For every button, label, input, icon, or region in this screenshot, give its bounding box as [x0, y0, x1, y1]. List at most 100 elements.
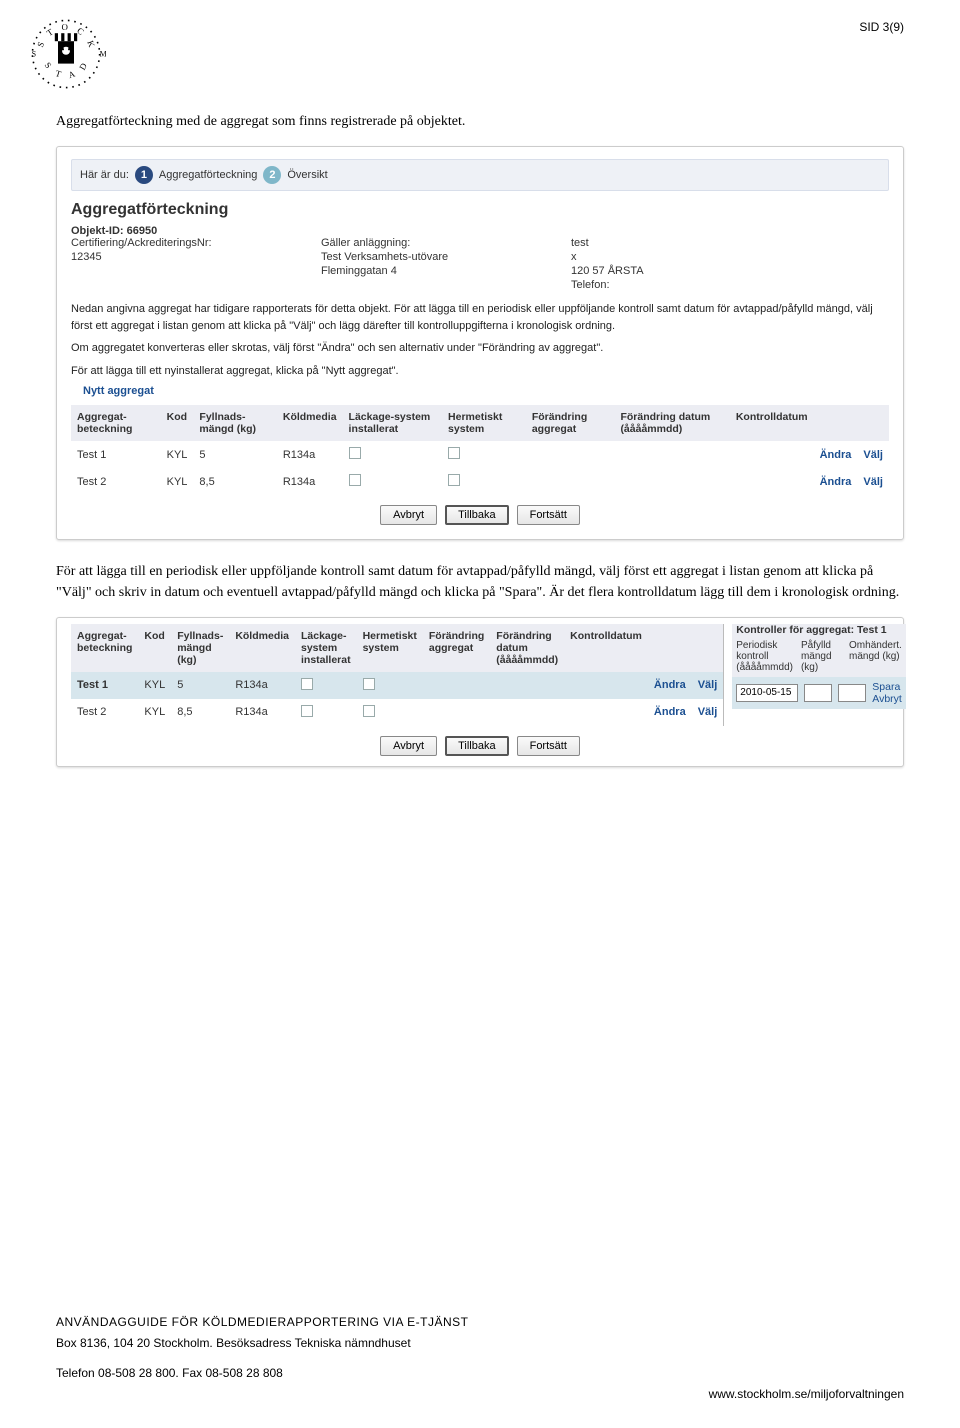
help-2: Om aggregatet konverteras eller skrotas,…: [71, 340, 889, 357]
th-lackage: Läckage-system installerat: [343, 405, 443, 441]
svg-text:M: M: [100, 49, 106, 58]
th-forandring: Förändring aggregat: [526, 405, 615, 441]
back-button[interactable]: Tillbaka: [445, 505, 509, 525]
col3-val1: test: [571, 237, 889, 249]
cancel-button[interactable]: Avbryt: [380, 736, 437, 756]
step-2-badge[interactable]: 2: [263, 166, 281, 184]
page-footer: ANVÄNDAGGUIDE FÖR KÖLDMEDIERAPPORTERING …: [56, 1312, 904, 1404]
cell-kod: KYL: [138, 699, 171, 726]
th-media: Köldmedia: [229, 624, 295, 672]
breadcrumb: Här är du: 1 Aggregatförteckning 2 Övers…: [71, 159, 889, 191]
checkbox-lackage[interactable]: [301, 705, 313, 717]
telefon: Telefon:: [571, 279, 889, 291]
cancel-link[interactable]: Avbryt: [872, 693, 902, 705]
screenshot-panel-1: Här är du: 1 Aggregatförteckning 2 Övers…: [56, 146, 904, 540]
choose-link[interactable]: Välj: [698, 706, 718, 718]
edit-link[interactable]: Ändra: [820, 476, 852, 488]
table-row-selected: Test 1 KYL 5 R134a Ändra Välj: [71, 672, 723, 699]
cell-media: R134a: [229, 699, 295, 726]
cell-mangd: 5: [171, 672, 229, 699]
th-kod: Kod: [138, 624, 171, 672]
step-1-label[interactable]: Aggregatförteckning: [159, 169, 257, 181]
object-id: Objekt-ID: 66950: [71, 225, 889, 237]
side-col-3: Omhändert. mängd (kg): [849, 640, 902, 673]
checkbox-herm[interactable]: [448, 447, 460, 459]
footer-fax: Fax 08-508 28 808: [182, 1366, 283, 1380]
step-2-label[interactable]: Översikt: [287, 169, 327, 181]
address: Fleminggatan 4: [321, 265, 551, 277]
aggregate-table-2: Aggregat-beteckning Kod Fyllnads-mängd (…: [71, 624, 723, 726]
side-col-2: Påfylld mängd (kg): [801, 640, 841, 673]
breadcrumb-label: Här är du:: [80, 169, 129, 181]
choose-link[interactable]: Välj: [863, 476, 883, 488]
th-datum: Förändring datum (ååååmmdd): [490, 624, 564, 672]
th-mangd: Fyllnads-mängd (kg): [171, 624, 229, 672]
cell-name: Test 2: [71, 468, 161, 495]
page-number: SID 3(9): [859, 20, 904, 34]
help-3: För att lägga till ett nyinstallerat agg…: [71, 363, 889, 380]
th-datum: Förändring datum (ååååmmdd): [614, 405, 729, 441]
help-1: Nedan angivna aggregat har tidigare rapp…: [71, 301, 889, 334]
dispose-input[interactable]: [838, 684, 866, 702]
stockholm-logo: S T O C K H O L S T A D M S: [26, 14, 106, 94]
th-kod: Kod: [161, 405, 194, 441]
choose-link[interactable]: Välj: [863, 449, 883, 461]
cell-media: R134a: [277, 468, 343, 495]
next-button[interactable]: Fortsätt: [517, 736, 580, 756]
cell-media: R134a: [277, 441, 343, 468]
step-1-badge[interactable]: 1: [135, 166, 153, 184]
th-herm: Hermetiskt system: [357, 624, 423, 672]
checkbox-herm[interactable]: [363, 705, 375, 717]
cell-kod: KYL: [138, 672, 171, 699]
checkbox-lackage[interactable]: [301, 678, 313, 690]
footer-url: www.stockholm.se/miljoforvaltningen: [56, 1384, 904, 1404]
col3-val2: x: [571, 251, 889, 263]
intro-paragraph: Aggregatförteckning med de aggregat som …: [56, 112, 904, 132]
table-row: Test 2 KYL 8,5 R134a Ändra Välj: [71, 699, 723, 726]
checkbox-lackage[interactable]: [349, 474, 361, 486]
next-button[interactable]: Fortsätt: [517, 505, 580, 525]
cell-name: Test 1: [71, 441, 161, 468]
th-media: Köldmedia: [277, 405, 343, 441]
cell-kod: KYL: [161, 441, 194, 468]
anlaggning-label: Gäller anläggning:: [321, 237, 551, 249]
fill-input[interactable]: [804, 684, 832, 702]
footer-address-2: Besöksadress Tekniska nämndhuset: [216, 1336, 411, 1350]
th-mangd: Fyllnads-mängd (kg): [193, 405, 276, 441]
screenshot-panel-2: Aggregat-beteckning Kod Fyllnads-mängd (…: [56, 617, 904, 767]
sidebox-title: Kontroller för aggregat: Test 1: [732, 624, 906, 640]
choose-link[interactable]: Välj: [698, 679, 718, 691]
cert-value: 12345: [71, 251, 301, 263]
cell-kod: KYL: [161, 468, 194, 495]
checkbox-herm[interactable]: [448, 474, 460, 486]
cancel-button[interactable]: Avbryt: [380, 505, 437, 525]
back-button[interactable]: Tillbaka: [445, 736, 509, 756]
cert-label: Certifiering/AckrediteringsNr:: [71, 237, 301, 249]
cell-mangd: 8,5: [171, 699, 229, 726]
th-forandring: Förändring aggregat: [423, 624, 490, 672]
footer-address-1: Box 8136, 104 20 Stockholm.: [56, 1336, 216, 1350]
th-beteckning: Aggregat-beteckning: [71, 624, 138, 672]
checkbox-herm[interactable]: [363, 678, 375, 690]
cell-mangd: 8,5: [193, 468, 276, 495]
save-link[interactable]: Spara: [872, 681, 900, 693]
table-row: Test 2 KYL 8,5 R134a Ändra Välj: [71, 468, 889, 495]
controls-sidebox: Kontroller för aggregat: Test 1 Periodis…: [723, 624, 906, 726]
cell-mangd: 5: [193, 441, 276, 468]
checkbox-lackage[interactable]: [349, 447, 361, 459]
th-beteckning: Aggregat-beteckning: [71, 405, 161, 441]
side-col-1: Periodisk kontroll (ååååmmdd): [736, 640, 793, 673]
second-paragraph: För att lägga till en periodisk eller up…: [56, 562, 904, 603]
aggregate-table: Aggregat-beteckning Kod Fyllnads-mängd (…: [71, 405, 889, 495]
edit-link[interactable]: Ändra: [820, 449, 852, 461]
edit-link[interactable]: Ändra: [654, 679, 686, 691]
edit-link[interactable]: Ändra: [654, 706, 686, 718]
cell-name: Test 1: [71, 672, 138, 699]
footer-title: ANVÄNDAGGUIDE FÖR KÖLDMEDIERAPPORTERING …: [56, 1312, 904, 1332]
new-aggregate-link[interactable]: Nytt aggregat: [83, 385, 154, 397]
th-kontroll: Kontrolldatum: [564, 624, 648, 672]
svg-text:S: S: [32, 49, 36, 58]
postal: 120 57 ÅRSTA: [571, 265, 889, 277]
th-lackage: Läckage-system installerat: [295, 624, 357, 672]
date-input[interactable]: [736, 684, 798, 702]
